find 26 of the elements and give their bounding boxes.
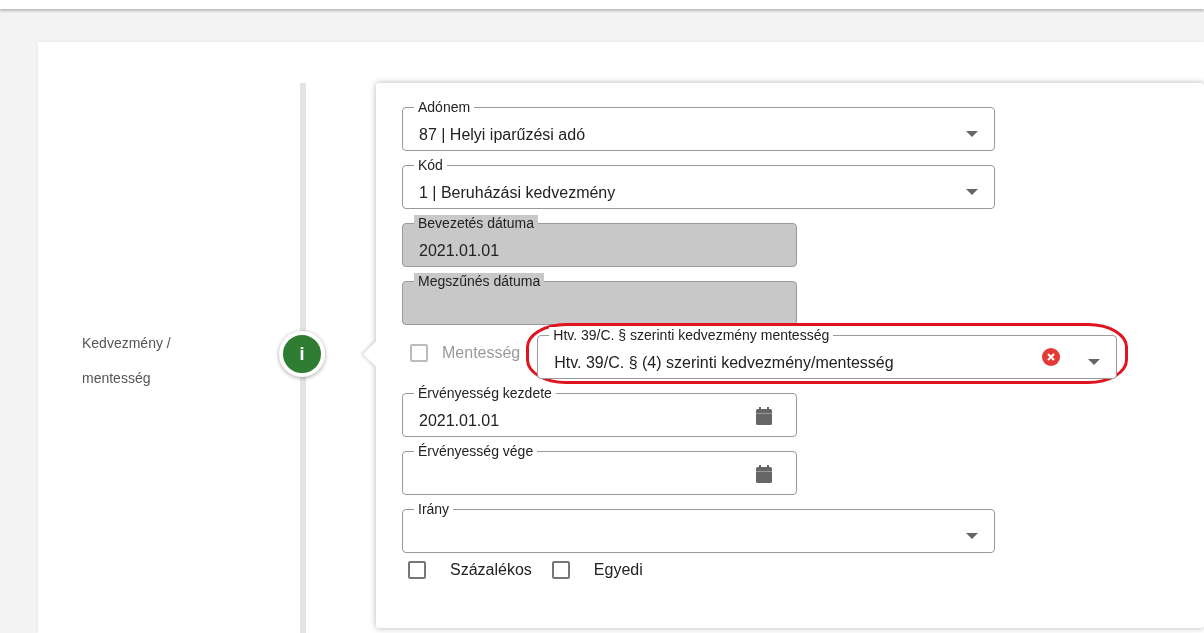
- calendar-icon[interactable]: [756, 465, 772, 483]
- caret-icon: [966, 533, 978, 539]
- field-label: Htv. 39/C. § szerinti kedvezmény mentesség: [549, 326, 834, 343]
- field-label: Irány: [414, 501, 454, 517]
- checkbox-label: Egyedi: [593, 560, 643, 580]
- field-label: Bevezetés dátuma: [414, 215, 538, 231]
- field-label: Adónem: [414, 99, 475, 115]
- caret-icon: [966, 189, 978, 195]
- calendar-icon[interactable]: [756, 407, 772, 425]
- field-label: Érvényesség kezdete: [414, 385, 556, 401]
- field-label: Kód: [414, 157, 447, 173]
- caret-icon: [1088, 358, 1101, 365]
- field-value: 2021.01.01: [419, 411, 501, 431]
- section-label: Kedvezmény / mentesség: [82, 334, 172, 388]
- checkbox-label: Mentesség: [442, 343, 521, 363]
- field-value: Htv. 39/C. § (4) szerinti kedvezmény/mentesség: [554, 352, 895, 373]
- checkbox-label: Százalékos: [450, 560, 532, 580]
- checkbox[interactable]: [408, 561, 426, 579]
- caret-icon: [966, 131, 978, 137]
- checkbox[interactable]: [551, 561, 570, 579]
- field-value: 87 | Helyi iparűzési adó: [419, 125, 587, 145]
- field-label: Érvényesség vége: [414, 443, 538, 459]
- field-value: 2021.01.01: [419, 241, 501, 261]
- clear-icon[interactable]: [1042, 347, 1061, 366]
- field-label: Megszűnés dátuma: [414, 273, 545, 289]
- field-value: 1 | Beruházási kedvezmény: [419, 183, 617, 203]
